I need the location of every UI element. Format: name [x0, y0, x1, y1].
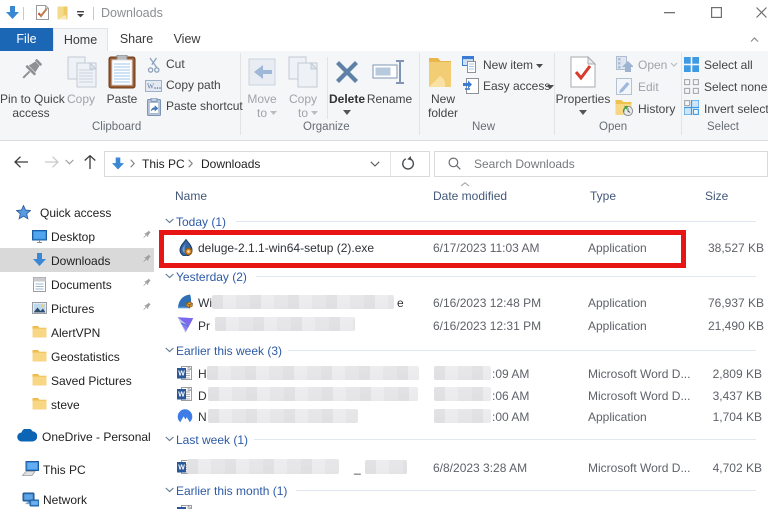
svg-text:W: W	[147, 82, 155, 91]
